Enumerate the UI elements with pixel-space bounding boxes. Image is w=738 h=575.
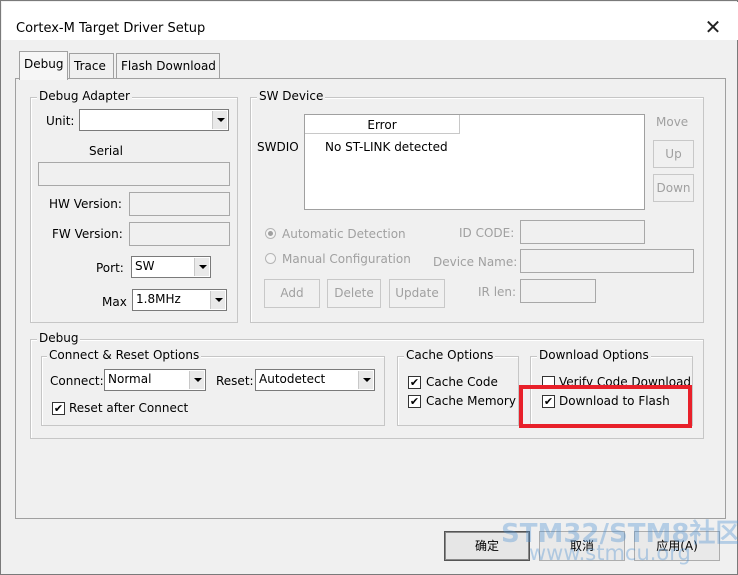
ir-len-label: IR len:: [478, 285, 517, 299]
swdio-label: SWDIO: [257, 140, 299, 154]
chevron-down-icon: [189, 371, 204, 389]
tab-label: Flash Download: [121, 59, 216, 73]
window-title: Cortex-M Target Driver Setup: [16, 21, 206, 36]
sw-device-list[interactable]: Error No ST-LINK detected: [304, 114, 645, 210]
hw-version-label: HW Version:: [49, 197, 122, 211]
cache-code-label: Cache Code: [426, 375, 498, 389]
cache-code-checkbox[interactable]: ✔: [408, 376, 421, 389]
debug-adapter-legend: Debug Adapter: [37, 89, 132, 103]
manual-configuration-radio[interactable]: [265, 253, 276, 264]
cache-memory-label: Cache Memory: [426, 394, 516, 408]
cache-options-group: [397, 356, 519, 426]
checkmark-icon: ✔: [409, 376, 420, 389]
chevron-down-icon: [210, 291, 225, 309]
unit-label: Unit:: [46, 114, 75, 128]
automatic-detection-label: Automatic Detection: [282, 227, 406, 241]
cache-memory-checkbox[interactable]: ✔: [408, 395, 421, 408]
serial-field: [38, 162, 230, 186]
device-name-label: Device Name:: [433, 255, 518, 269]
debug-legend: Debug: [37, 331, 81, 345]
update-button[interactable]: Update: [389, 279, 445, 308]
checkmark-icon: ✔: [409, 395, 420, 408]
cache-options-legend: Cache Options: [404, 348, 496, 362]
checkmark-icon: ✔: [53, 402, 64, 415]
serial-label: Serial: [89, 144, 123, 158]
tab-debug[interactable]: Debug: [19, 51, 68, 80]
dialog-window: Cortex-M Target Driver Setup ✕ Debug Tra…: [0, 0, 738, 575]
id-code-label: ID CODE:: [459, 226, 515, 240]
connect-reset-legend: Connect & Reset Options: [47, 348, 202, 362]
ir-len-field: [520, 279, 596, 303]
max-clock-value: 1.8MHz: [136, 292, 181, 306]
red-highlight-box: [519, 385, 692, 428]
delete-button[interactable]: Delete: [327, 279, 381, 308]
manual-configuration-label: Manual Configuration: [282, 252, 411, 266]
connect-label: Connect:: [50, 374, 104, 388]
reset-dropdown[interactable]: Autodetect: [255, 369, 375, 391]
move-label: Move: [656, 115, 689, 129]
hw-version-field: [129, 192, 230, 216]
connect-reset-group: [41, 356, 385, 426]
watermark-line2: www.stmcu.org: [529, 541, 691, 565]
connect-dropdown[interactable]: Normal: [104, 369, 206, 391]
tab-label: Debug: [24, 57, 64, 71]
port-dropdown[interactable]: SW: [131, 256, 211, 278]
max-label: Max: [102, 295, 127, 309]
id-code-field: [520, 220, 645, 244]
reset-after-connect-label: Reset after Connect: [69, 401, 189, 415]
close-icon[interactable]: ✕: [702, 16, 724, 38]
chevron-down-icon: [212, 111, 227, 129]
chevron-down-icon: [194, 258, 209, 276]
download-options-legend: Download Options: [537, 348, 651, 362]
fw-version-field: [129, 222, 230, 246]
fw-version-label: FW Version:: [52, 227, 123, 241]
port-label: Port:: [96, 261, 124, 275]
reset-label: Reset:: [216, 374, 254, 388]
unit-dropdown[interactable]: [79, 109, 229, 131]
max-clock-dropdown[interactable]: 1.8MHz: [132, 289, 227, 311]
reset-after-connect-checkbox[interactable]: ✔: [52, 402, 65, 415]
chevron-down-icon: [358, 371, 373, 389]
automatic-detection-radio[interactable]: [265, 228, 276, 239]
connect-value: Normal: [108, 372, 152, 386]
port-value: SW: [135, 259, 155, 273]
device-status-text: No ST-LINK detected: [325, 140, 448, 154]
move-down-button[interactable]: Down: [653, 174, 694, 202]
add-button[interactable]: Add: [264, 279, 320, 308]
device-name-field: [520, 249, 694, 273]
column-header-error: Error: [305, 115, 460, 134]
tab-flash-download[interactable]: Flash Download: [116, 53, 220, 78]
title-bar: Cortex-M Target Driver Setup ✕: [2, 2, 738, 40]
reset-value: Autodetect: [259, 372, 326, 386]
sw-device-legend: SW Device: [257, 89, 326, 103]
tab-trace[interactable]: Trace: [69, 53, 114, 78]
move-up-button[interactable]: Up: [653, 140, 694, 168]
tab-label: Trace: [74, 59, 106, 73]
